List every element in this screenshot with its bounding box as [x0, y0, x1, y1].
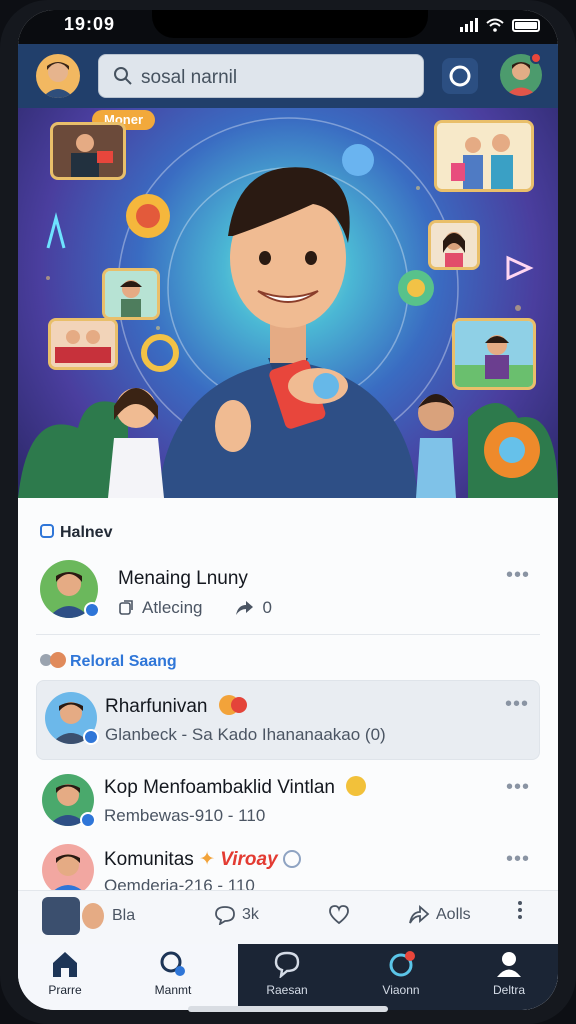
section-title: Reloral Saang [70, 653, 177, 670]
nav-label: Deltra [492, 983, 525, 997]
home-icon [53, 952, 77, 977]
post-title: Rharfunivan [105, 695, 247, 718]
nav-item-notifications[interactable]: Viaonn [356, 950, 446, 997]
top-bar: sosal narnil [18, 44, 558, 108]
more-options-icon[interactable]: ••• [506, 564, 530, 587]
search-input[interactable]: sosal narnil [141, 67, 237, 89]
emoji-icon [346, 776, 367, 796]
divider [36, 634, 540, 635]
reactor-group[interactable]: Bla [42, 897, 135, 935]
post-title: Menaing Lnuny [118, 568, 248, 589]
post-subtitle: Glanbeck - Sa Kado Ihananaakao (0) [105, 725, 386, 744]
post-card[interactable]: Kop Menfoambaklid Vintlan Rembewas-910 -… [36, 768, 540, 838]
share-arrow-icon[interactable] [234, 599, 254, 617]
like-button[interactable] [328, 905, 350, 925]
attach-icon [119, 600, 133, 615]
post-card[interactable]: Komunitas ✦ Viroay Oemderia-216 - 110 ••… [36, 838, 540, 898]
photo-card[interactable] [434, 120, 534, 192]
comment-icon [215, 906, 235, 925]
reactor-avatars [42, 897, 106, 935]
section-icon [40, 524, 54, 538]
search-icon [114, 67, 132, 85]
comment-button[interactable]: 3k [214, 905, 259, 925]
search-bar[interactable]: sosal narnil [98, 54, 424, 98]
post-title: Komunitas ✦ Viroay [104, 848, 301, 871]
share-count: 0 [262, 598, 272, 617]
more-options-icon[interactable]: ••• [506, 848, 530, 871]
notification-badge [530, 52, 542, 64]
profile-icon [497, 952, 521, 977]
post-title: Kop Menfoambaklid Vintlan [104, 776, 367, 799]
nav-label: Raesan [266, 983, 308, 997]
status-bar: 19:09 [18, 10, 558, 44]
status-time: 19:09 [64, 14, 116, 34]
more-actions-icon[interactable] [518, 901, 522, 919]
comment-count: 3k [242, 906, 259, 923]
wifi-icon [486, 18, 504, 32]
verified-badge [80, 812, 96, 828]
screen: 19:09 sosal narnil Moner Halnev Menaing … [18, 10, 558, 1010]
section-header-1: Halnev [40, 524, 112, 542]
emoji-icon [218, 695, 247, 715]
reactor-label: Bla [112, 907, 136, 924]
home-indicator[interactable] [188, 1006, 388, 1012]
photo-card[interactable] [50, 122, 126, 180]
post-meta-label: Atlecing [142, 598, 203, 617]
more-options-icon[interactable]: ••• [505, 693, 529, 716]
nav-item-profile[interactable]: Deltra [464, 950, 554, 997]
phone-frame: 19:09 sosal narnil Moner Halnev Menaing … [0, 0, 576, 1024]
share-label: Aolls [436, 906, 471, 923]
post-avatar [42, 844, 94, 896]
compass-icon [449, 65, 471, 87]
post-card[interactable]: Menaing Lnuny Atlecing 0 ••• [36, 554, 540, 632]
share-button[interactable]: Aolls [408, 905, 471, 925]
nav-item-home[interactable]: Prarre [20, 950, 110, 997]
hero-banner[interactable]: Moner [18, 108, 558, 498]
action-bar: Bla 3k Aolls [18, 890, 558, 944]
photo-card[interactable] [452, 318, 536, 390]
nav-item-search[interactable]: Manmt [128, 950, 218, 997]
verified-badge [84, 602, 100, 618]
verified-icon [282, 850, 301, 868]
verified-badge [83, 729, 99, 745]
user-avatar[interactable] [36, 54, 80, 98]
section-title: Halnev [60, 524, 113, 541]
people-icon [40, 652, 66, 668]
signal-icon [460, 18, 478, 32]
battery-icon [512, 18, 540, 32]
photo-card[interactable] [428, 220, 480, 270]
nav-label: Prarre [48, 983, 82, 997]
section-header-2: Reloral Saang [40, 652, 177, 671]
fire-icon: ✦ [199, 849, 215, 870]
more-options-icon[interactable]: ••• [506, 776, 530, 799]
post-highlight: Viroay [220, 849, 278, 870]
heart-icon [329, 905, 349, 925]
notch [152, 10, 428, 38]
post-card[interactable]: Rharfunivan Glanbeck - Sa Kado Ihananaak… [36, 680, 540, 760]
status-icons [460, 18, 540, 32]
post-meta: Atlecing 0 [118, 598, 272, 618]
share-icon [409, 905, 430, 924]
bottom-nav: Prarre Manmt Raesan Viaonn Deltra [18, 944, 558, 1010]
nav-label: Viaonn [382, 983, 420, 997]
search-icon [160, 951, 185, 976]
photo-card[interactable] [102, 268, 160, 320]
feed: Halnev Menaing Lnuny Atlecing 0 ••• Relo… [18, 498, 558, 954]
photo-card[interactable] [48, 318, 118, 370]
bell-icon [389, 951, 415, 977]
chat-icon [274, 951, 300, 979]
nav-item-chat[interactable]: Raesan [242, 950, 332, 997]
discover-button[interactable] [442, 58, 478, 94]
post-subtitle: Rembewas-910 - 110 [104, 806, 266, 825]
nav-label: Manmt [154, 983, 192, 997]
